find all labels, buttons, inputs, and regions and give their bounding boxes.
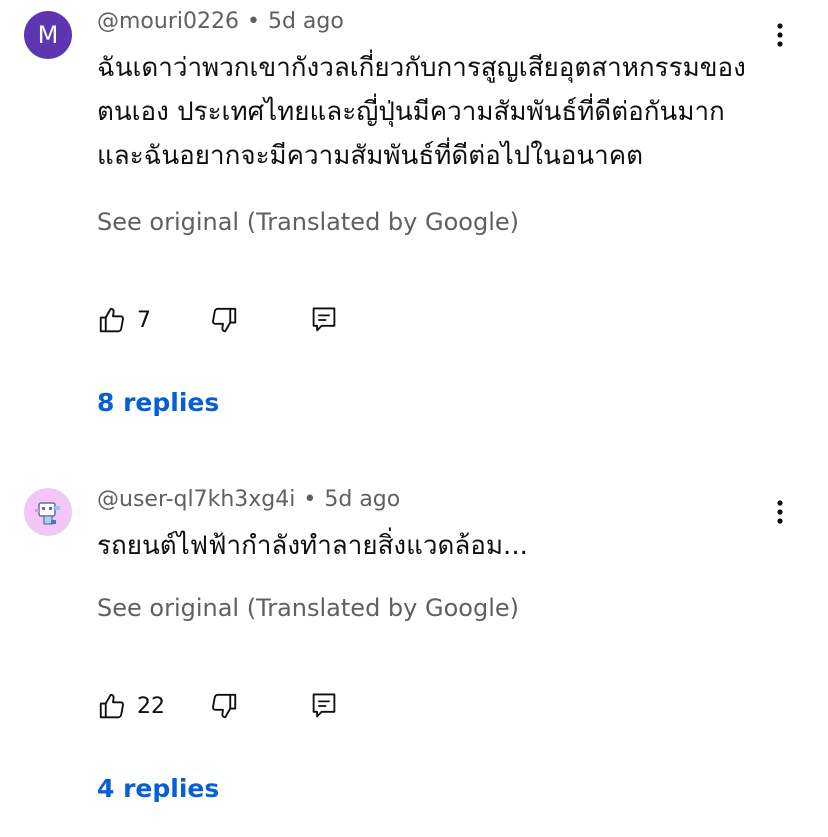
comment-text: ฉันเดาว่าพวกเขากังวลเกี่ยวกับการสูญเสียอ… bbox=[97, 46, 787, 178]
see-original-link[interactable]: See original (Translated by Google) bbox=[97, 594, 519, 622]
dislike-button[interactable] bbox=[209, 300, 239, 340]
avatar-letter: M bbox=[37, 21, 59, 49]
separator: • bbox=[303, 487, 317, 512]
robot-avatar-icon bbox=[35, 502, 60, 525]
reply-button[interactable] bbox=[310, 300, 338, 340]
thumbs-down-icon bbox=[212, 307, 237, 333]
comment-text-line: ตนเอง ประเทศไทยและญี่ปุ่นมีความสัมพันธ์ท… bbox=[97, 97, 725, 127]
comment-actions: 22 bbox=[97, 686, 397, 726]
comment-actions: 7 bbox=[97, 300, 397, 340]
author-name[interactable]: @mouri0226 bbox=[97, 9, 239, 34]
like-button[interactable]: 22 bbox=[97, 686, 165, 726]
view-replies-link[interactable]: 4 replies bbox=[97, 774, 219, 803]
comment-text: รถยนต์ไฟฟ้ากำลังทำลายสิ่งแวดล้อม... bbox=[97, 524, 787, 568]
reply-button[interactable] bbox=[310, 686, 338, 726]
comment-header: @user-ql7kh3xg4i • 5d ago bbox=[97, 487, 400, 512]
more-vert-icon bbox=[777, 23, 783, 47]
like-count: 7 bbox=[137, 307, 151, 333]
thumbs-up-icon bbox=[99, 693, 124, 719]
avatar[interactable]: M bbox=[24, 11, 72, 59]
reply-comment-icon bbox=[312, 307, 336, 332]
more-vert-icon bbox=[777, 500, 783, 524]
reply-comment-icon bbox=[312, 693, 336, 718]
comment-header: @mouri0226 • 5d ago bbox=[97, 9, 344, 34]
avatar[interactable] bbox=[24, 488, 72, 536]
comment-text-line: ฉันเดาว่าพวกเขากังวลเกี่ยวกับการสูญเสียอ… bbox=[97, 53, 746, 83]
like-count: 22 bbox=[137, 693, 165, 719]
dislike-button[interactable] bbox=[209, 686, 239, 726]
comment-time[interactable]: 5d ago bbox=[324, 487, 400, 512]
separator: • bbox=[246, 9, 260, 34]
view-replies-link[interactable]: 8 replies bbox=[97, 388, 219, 417]
see-original-link[interactable]: See original (Translated by Google) bbox=[97, 208, 519, 236]
thumbs-down-icon bbox=[212, 693, 237, 719]
comment-text-line: และฉันอยากจะมีความสัมพันธ์ที่ดีต่อไปในอน… bbox=[97, 141, 644, 171]
comment-time[interactable]: 5d ago bbox=[268, 9, 344, 34]
like-button[interactable]: 7 bbox=[97, 300, 151, 340]
thumbs-up-icon bbox=[99, 307, 124, 333]
author-name[interactable]: @user-ql7kh3xg4i bbox=[97, 487, 295, 512]
comment-text-line: รถยนต์ไฟฟ้ากำลังทำลายสิ่งแวดล้อม... bbox=[97, 531, 528, 561]
